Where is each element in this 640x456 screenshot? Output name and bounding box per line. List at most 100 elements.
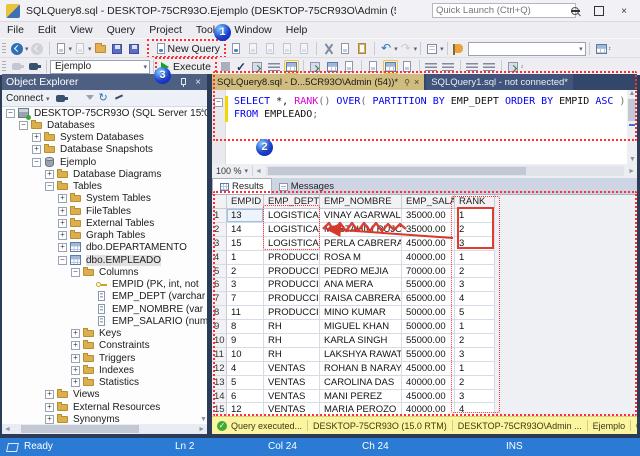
expander-plus-icon[interactable]: + — [45, 390, 54, 400]
grid-cell[interactable]: 50000.00 — [402, 306, 455, 321]
expander-plus-icon[interactable]: + — [58, 218, 67, 228]
editor-horizontal-scrollbar[interactable] — [265, 166, 625, 176]
query-options-button[interactable] — [267, 60, 282, 74]
grid-cell[interactable]: 35000.00 — [402, 209, 455, 223]
grid-cell[interactable]: 4 — [455, 403, 495, 416]
close-icon[interactable]: × — [195, 77, 201, 88]
sql-editor[interactable]: − SELECT *, RANK() OVER( PARTITION BY EM… — [212, 90, 637, 164]
expander-plus-icon[interactable]: + — [71, 353, 80, 363]
grid-cell[interactable]: 3 — [227, 278, 264, 293]
grid-cell[interactable]: 45000.00 — [402, 361, 455, 376]
tab-messages[interactable]: Messages — [272, 179, 341, 194]
grid-cell[interactable]: 1 — [455, 320, 495, 335]
row-number[interactable]: 6 — [212, 278, 227, 293]
undo-button[interactable]: ↶ — [379, 41, 394, 56]
row-number[interactable]: 9 — [212, 320, 227, 335]
grid-cell[interactable]: 2 — [455, 375, 495, 390]
grid-cell[interactable]: 5 — [227, 375, 264, 390]
pin-icon[interactable] — [178, 77, 187, 87]
grid-cell[interactable]: VENTAS — [264, 375, 320, 390]
copy-button[interactable] — [338, 42, 353, 56]
tree-item-desktop-75cr93o-sql-server-15-0-2095[interactable]: − DESKTOP-75CR93O (SQL Server 15.0.2095 — [2, 107, 207, 120]
menu-window[interactable]: Window — [227, 24, 278, 36]
chevron-down-icon[interactable]: ▾ — [25, 45, 29, 53]
tree-item-keys[interactable]: + Keys — [2, 328, 207, 340]
grid-cell[interactable]: 3 — [455, 236, 495, 251]
grid-cell[interactable]: ROSA M — [320, 250, 402, 265]
row-number[interactable]: 10 — [212, 334, 227, 348]
grid-cell[interactable]: MUSTAHIM RUJOOL — [320, 222, 402, 237]
toolbar-grip[interactable] — [2, 42, 6, 55]
paste-button[interactable] — [355, 42, 370, 56]
grid-cell[interactable]: LOGISTICA — [264, 236, 320, 251]
grid-cell[interactable]: PRODUCCION — [264, 250, 320, 265]
grid-cell[interactable]: VENTAS — [264, 403, 320, 416]
grid-cell[interactable]: 12 — [227, 403, 264, 416]
include-client-statistics-button[interactable] — [342, 60, 357, 74]
cancel-query-button[interactable] — [220, 62, 230, 71]
uncomment-selection-button[interactable] — [441, 60, 456, 74]
navigate-forward-button[interactable] — [30, 42, 45, 56]
scripting-icon[interactable] — [114, 93, 125, 104]
grid-cell[interactable]: PEDRO MEJIA — [320, 264, 402, 279]
grid-cell[interactable]: MINO KUMAR — [320, 306, 402, 321]
grid-cell[interactable]: 1 — [455, 250, 495, 265]
column-header-empid[interactable]: EMPID — [227, 195, 264, 209]
intellisense-toggle[interactable] — [308, 60, 323, 74]
grid-cell[interactable]: RH — [264, 320, 320, 335]
expander-plus-icon[interactable]: + — [32, 133, 41, 143]
grid-cell[interactable]: ANA MERA — [320, 278, 402, 293]
grid-cell[interactable]: 3 — [455, 278, 495, 293]
expander-minus-icon[interactable]: − — [58, 255, 67, 265]
tab-sqlquery1[interactable]: SQLQuery1.sql - not connected* — [426, 74, 573, 90]
row-number[interactable]: 2 — [212, 222, 227, 237]
chevron-down-icon[interactable]: ▾ — [579, 45, 583, 53]
menu-project[interactable]: Project — [142, 24, 189, 36]
tree-item-triggers[interactable]: + Triggers — [2, 352, 207, 364]
grid-cell[interactable]: 2 — [455, 222, 495, 237]
expander-plus-icon[interactable]: + — [58, 194, 67, 204]
grid-cell[interactable]: 3 — [455, 389, 495, 404]
grid-cell[interactable]: VINAY AGARWAL — [320, 209, 402, 223]
expander-plus-icon[interactable]: + — [71, 341, 80, 351]
tree-item-synonyms[interactable]: + Synonyms — [2, 413, 207, 424]
zoom-selector[interactable]: 100 % ▾ — [212, 166, 254, 176]
grid-cell[interactable]: 4 — [227, 361, 264, 376]
tree-item-ejemplo[interactable]: − Ejemplo — [2, 156, 207, 168]
tree-item-indexes[interactable]: + Indexes — [2, 364, 207, 376]
comment-selection-button[interactable] — [424, 60, 439, 74]
chevron-down-icon[interactable]: ▾ — [69, 45, 73, 53]
tree-item-dbo-empleado[interactable]: − dbo.EMPLEADO — [2, 254, 207, 266]
chevron-down-icon[interactable]: ▾ — [394, 45, 398, 53]
column-header-emp_dept[interactable]: EMP_DEPT — [264, 195, 320, 209]
maximize-button[interactable] — [594, 6, 604, 16]
expander-plus-icon[interactable]: + — [58, 231, 67, 241]
grid-cell[interactable]: 40000.00 — [402, 375, 455, 390]
stop-icon[interactable] — [69, 93, 80, 104]
toolbar-grip[interactable] — [2, 60, 6, 73]
grid-cell[interactable]: VENTAS — [264, 389, 320, 404]
new-mdx-query-button[interactable] — [246, 42, 261, 56]
add-item-button[interactable] — [73, 42, 88, 56]
tab-results[interactable]: Results — [212, 178, 272, 194]
tree-item-system-tables[interactable]: + System Tables — [2, 193, 207, 205]
grid-cell[interactable]: 50000.00 — [402, 320, 455, 335]
tree-item-system-databases[interactable]: + System Databases — [2, 132, 207, 144]
grid-cell[interactable]: 40000.00 — [402, 403, 455, 416]
object-explorer-header[interactable]: Object Explorer × — [2, 74, 207, 90]
grid-cell[interactable]: 10 — [227, 347, 264, 362]
grid-cell[interactable]: 45000.00 — [402, 236, 455, 251]
grid-cell[interactable]: KARLA SINGH — [320, 334, 402, 348]
grid-cell[interactable]: LOGISTICA — [264, 222, 320, 237]
expander-plus-icon[interactable]: + — [58, 206, 67, 216]
tree-item-statistics[interactable]: + Statistics — [2, 377, 207, 389]
row-number[interactable]: 11 — [212, 347, 227, 362]
tree-item-empid-pk-int-not[interactable]: EMPID (PK, int, not — [2, 279, 207, 291]
tree-item-tables[interactable]: − Tables — [2, 181, 207, 193]
grid-cell[interactable]: MIGUEL KHAN — [320, 320, 402, 335]
new-database-query-button[interactable] — [229, 42, 244, 56]
grid-cell[interactable]: PRODUCCION — [264, 264, 320, 279]
refresh-icon[interactable]: ↻ — [99, 92, 110, 104]
results-to-file-button[interactable] — [400, 60, 415, 74]
expander-plus-icon[interactable]: + — [45, 402, 54, 412]
